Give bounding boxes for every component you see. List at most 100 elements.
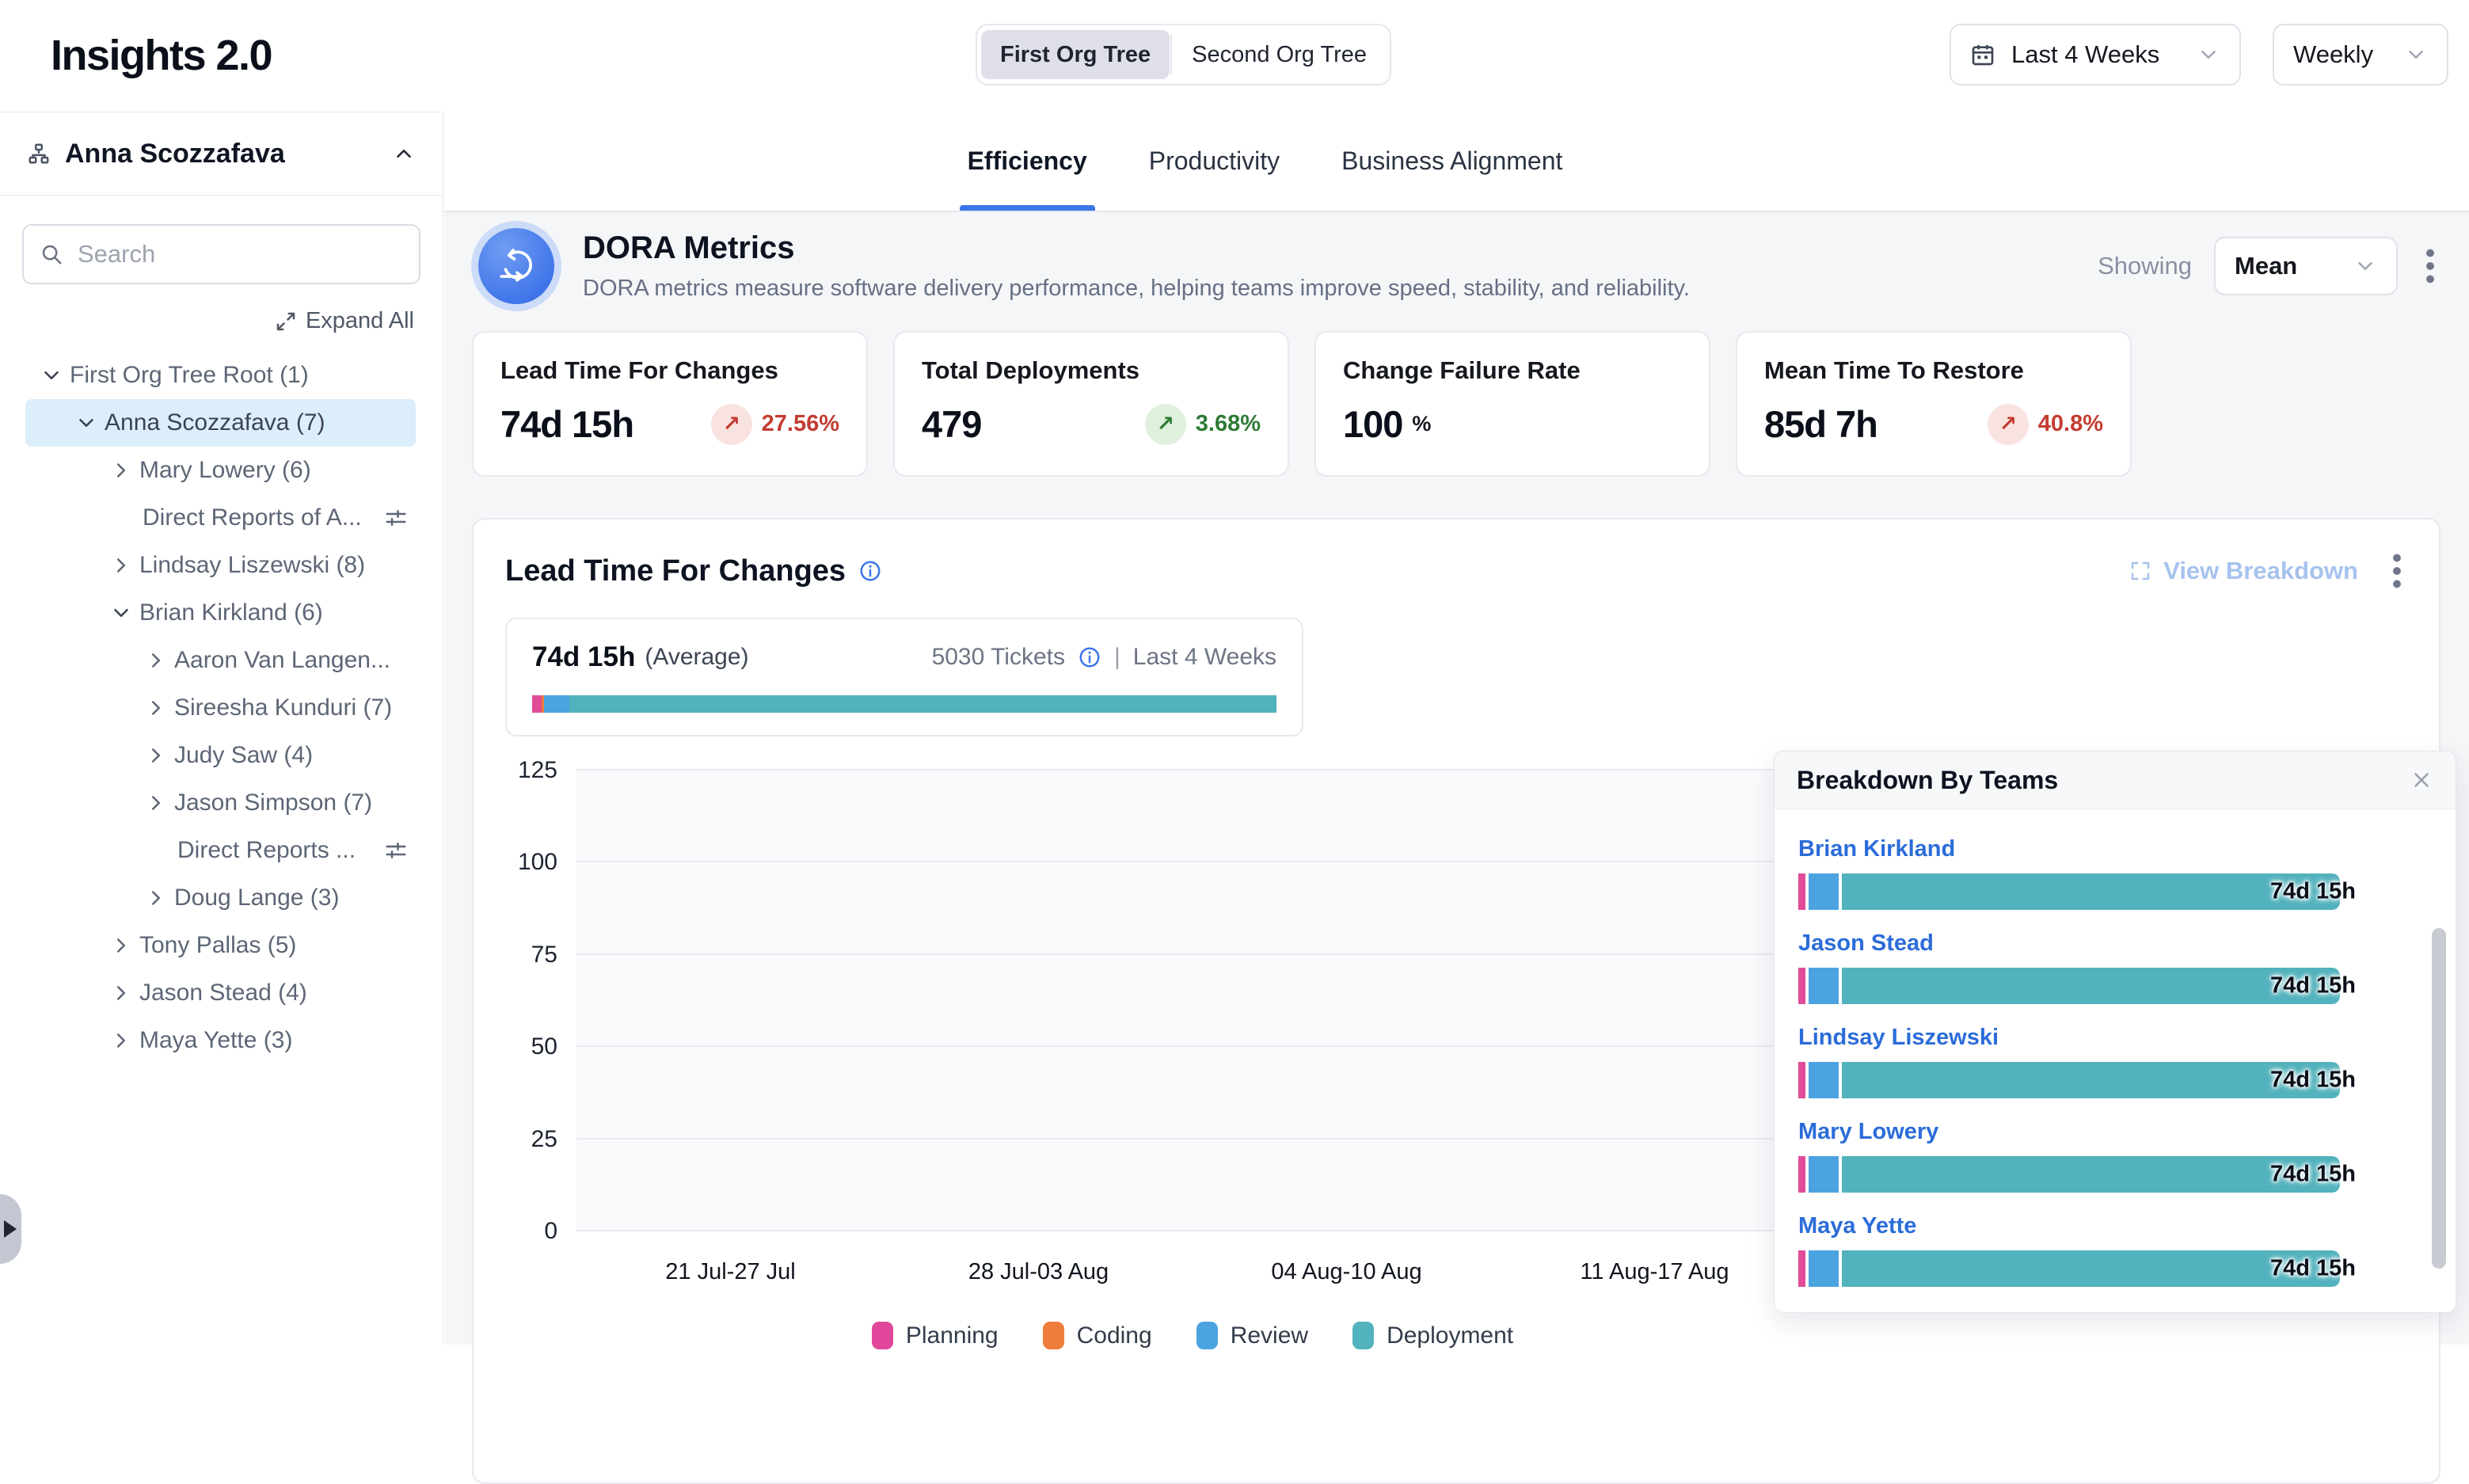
org-toggle-option[interactable]: Second Org Tree <box>1173 30 1386 79</box>
tree-item-judy-saw[interactable]: Judy Saw (4) <box>25 732 416 779</box>
close-icon[interactable] <box>2410 768 2433 792</box>
aggregation-select[interactable]: Mean <box>2214 237 2398 295</box>
team-stacked-bar: 74d 15h <box>1798 873 2400 910</box>
tree-item-jason-stead[interactable]: Jason Stead (4) <box>25 969 416 1017</box>
breakdown-row-maya-yette: Maya Yette 74d 15h <box>1798 1213 2400 1287</box>
sidebar-search[interactable] <box>22 224 420 284</box>
view-breakdown-button[interactable]: View Breakdown <box>2129 557 2358 585</box>
tree-item-first-org-tree-root[interactable]: First Org Tree Root (1) <box>25 352 416 399</box>
chevron-right-icon[interactable] <box>105 934 138 957</box>
expand-all-button[interactable]: Expand All <box>0 308 443 334</box>
tab-productivity[interactable]: Productivity <box>1144 111 1284 211</box>
metric-cards-row: Lead Time For Changes74d 15h↗27.56%Total… <box>472 331 2440 477</box>
tree-item-jason-simpson[interactable]: Jason Simpson (7) <box>25 779 416 827</box>
tree-item-anna-scozzafava[interactable]: Anna Scozzafava (7) <box>25 399 416 447</box>
date-range-select[interactable]: Last 4 Weeks <box>1950 24 2241 86</box>
tree-item-aaron-van-langen[interactable]: Aaron Van Langen... <box>25 637 416 684</box>
chevron-right-icon[interactable] <box>105 1029 138 1052</box>
x-axis-tick-label: 21 Jul-27 Jul <box>576 1259 885 1285</box>
org-toggle-option[interactable]: First Org Tree <box>981 30 1170 79</box>
legend-item-planning: Planning <box>872 1322 999 1349</box>
tree-item-mary-lowery[interactable]: Mary Lowery (6) <box>25 447 416 494</box>
tree-item-maya-yette[interactable]: Maya Yette (3) <box>25 1017 416 1064</box>
scrollbar-thumb[interactable] <box>2432 928 2446 1269</box>
dora-title: DORA Metrics <box>583 230 1690 266</box>
team-name-link[interactable]: Lindsay Liszewski <box>1798 1025 1999 1051</box>
tree-item-sireesha-kunduri[interactable]: Sireesha Kunduri (7) <box>25 684 416 732</box>
team-bar-value: 74d 15h <box>2270 1067 2356 1094</box>
tree-item-brian-kirkland[interactable]: Brian Kirkland (6) <box>25 589 416 637</box>
dora-description: DORA metrics measure software delivery p… <box>583 276 1690 302</box>
tree-item-label: Aaron Van Langen... <box>174 647 390 674</box>
summary-tickets: 5030 Tickets <box>932 644 1065 671</box>
lead-time-summary-box: 74d 15h (Average) 5030 Tickets | Last 4 … <box>505 618 1303 736</box>
filter-sliders-icon[interactable] <box>384 506 416 530</box>
metric-card-unit: % <box>1412 412 1431 436</box>
filter-sliders-icon[interactable] <box>384 839 416 862</box>
tree-item-doug-lange[interactable]: Doug Lange (3) <box>25 874 416 922</box>
team-bar-value: 74d 15h <box>2270 973 2356 999</box>
chevron-right-icon[interactable] <box>105 981 138 1005</box>
summary-top-row: 74d 15h (Average) 5030 Tickets | Last 4 … <box>532 641 1276 673</box>
app-header: Insights 2.0 First Org TreeSecond Org Tr… <box>0 0 2469 111</box>
metric-card-value: 100 <box>1343 402 1402 446</box>
tree-item-label: Jason Simpson (7) <box>174 790 372 816</box>
team-bar-value: 74d 15h <box>2270 1256 2356 1282</box>
info-icon[interactable] <box>1078 645 1101 669</box>
breakdown-panel-title: Breakdown By Teams <box>1797 766 2058 795</box>
chevron-right-icon[interactable] <box>139 791 173 815</box>
legend-item-coding: Coding <box>1043 1322 1152 1349</box>
team-bar-segment-review <box>1809 1250 1839 1287</box>
chart-legend: PlanningCodingReviewDeployment <box>576 1322 1809 1349</box>
fullscreen-icon <box>2129 559 2152 583</box>
legend-item-review: Review <box>1196 1322 1308 1349</box>
breakdown-row-mary-lowery: Mary Lowery74d 15h <box>1798 1119 2400 1193</box>
metric-card-value: 74d 15h <box>500 402 633 446</box>
metric-delta-value: 27.56% <box>762 411 839 437</box>
team-name-link[interactable]: Jason Stead <box>1798 930 1934 957</box>
info-icon[interactable] <box>858 559 882 583</box>
bars-layer <box>576 770 1809 1231</box>
team-bar-segment-deployment <box>1842 1156 2340 1193</box>
active-tab-underline <box>960 205 1095 211</box>
breakdown-panel-body: Brian Kirkland 74d 15h Jason Stead 74d 15h L… <box>1775 809 2456 1311</box>
tree-item-label: Direct Reports ... <box>177 837 356 864</box>
chevron-down-icon[interactable] <box>35 363 68 387</box>
chevron-right-icon[interactable] <box>139 649 173 672</box>
sidebar-collapse-handle[interactable] <box>0 1194 21 1264</box>
breakdown-panel-header: Breakdown By Teams <box>1775 752 2456 809</box>
legend-swatch <box>1043 1322 1064 1349</box>
chevron-down-icon[interactable] <box>70 411 103 435</box>
tree-item-direct-reports[interactable]: Direct Reports ... <box>25 827 416 874</box>
metric-card-value: 85d 7h <box>1764 402 1877 446</box>
kebab-menu-icon[interactable] <box>2420 243 2440 289</box>
search-input[interactable] <box>76 239 403 269</box>
chevron-up-icon[interactable] <box>392 142 416 166</box>
tab-business-alignment[interactable]: Business Alignment <box>1337 111 1567 211</box>
team-name-link[interactable]: Mary Lowery <box>1798 1119 1938 1145</box>
tree-item-lindsay-liszewski[interactable]: Lindsay Liszewski (8) <box>25 542 416 589</box>
chevron-down-icon[interactable] <box>105 601 138 625</box>
metric-delta-value: 40.8% <box>2038 411 2103 437</box>
expand-all-icon <box>274 310 298 333</box>
legend-swatch <box>1352 1322 1374 1349</box>
search-icon <box>40 242 63 266</box>
chevron-right-icon[interactable] <box>139 696 173 720</box>
chevron-right-icon[interactable] <box>139 744 173 767</box>
tree-item-label: Brian Kirkland (6) <box>139 599 323 626</box>
chevron-right-icon[interactable] <box>105 459 138 482</box>
tree-item-direct-reports-of-a[interactable]: Direct Reports of A... <box>25 494 416 542</box>
team-name-link[interactable]: Brian Kirkland <box>1798 836 1955 862</box>
team-name-link[interactable]: Maya Yette <box>1798 1213 1916 1239</box>
sidebar-user-header[interactable]: Anna Scozzafava <box>0 112 443 196</box>
kebab-menu-icon[interactable] <box>2387 548 2407 594</box>
metric-delta-value: 3.68% <box>1196 411 1261 437</box>
team-bar-value: 74d 15h <box>2270 879 2356 905</box>
granularity-select[interactable]: Weekly <box>2273 24 2448 86</box>
chevron-right-icon[interactable] <box>105 554 138 577</box>
tree-item-tony-pallas[interactable]: Tony Pallas (5) <box>25 922 416 969</box>
team-bar-segment-planning <box>1798 1250 1805 1287</box>
chevron-right-icon[interactable] <box>139 886 173 910</box>
org-tree-toggle[interactable]: First Org TreeSecond Org Tree <box>976 24 1391 86</box>
tab-efficiency[interactable]: Efficiency <box>963 111 1092 211</box>
